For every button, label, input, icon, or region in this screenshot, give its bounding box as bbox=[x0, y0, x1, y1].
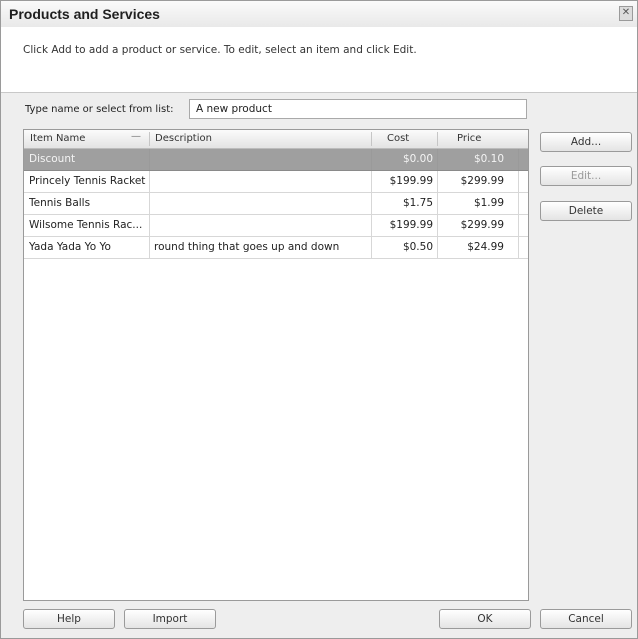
price-cell: $24.99 bbox=[467, 241, 504, 253]
cost-cell: $1.75 bbox=[402, 197, 433, 209]
delete-button[interactable]: Delete bbox=[540, 201, 632, 221]
price-cell: $299.99 bbox=[460, 175, 504, 187]
item-name-cell: Yada Yada Yo Yo bbox=[29, 241, 111, 253]
item-name-cell: Princely Tennis Racket bbox=[29, 175, 146, 187]
item-name-cell: Tennis Balls bbox=[29, 197, 91, 209]
description-cell bbox=[154, 193, 368, 214]
cell-divider bbox=[371, 171, 372, 192]
close-icon[interactable]: ✕ bbox=[619, 6, 633, 21]
item-name-cell: Wilsome Tennis Rac... bbox=[29, 219, 143, 231]
column-header-description[interactable]: Description bbox=[155, 130, 212, 148]
import-button[interactable]: Import bbox=[124, 609, 216, 629]
column-header-item-name[interactable]: Item Name bbox=[30, 130, 85, 148]
cell-divider bbox=[149, 171, 150, 192]
ok-button[interactable]: OK bbox=[439, 609, 531, 629]
column-divider[interactable] bbox=[371, 132, 372, 146]
sort-indicator: — bbox=[131, 131, 141, 142]
cell-divider bbox=[437, 193, 438, 214]
description-cell bbox=[154, 215, 368, 236]
cost-cell: $0.00 bbox=[402, 153, 433, 165]
cell-divider bbox=[518, 149, 519, 170]
cell-divider bbox=[149, 237, 150, 258]
filter-input[interactable]: A new product bbox=[189, 99, 527, 119]
cell-divider bbox=[518, 237, 519, 258]
column-header-cost[interactable]: Cost bbox=[387, 130, 409, 148]
instructions-text: Click Add to add a product or service. T… bbox=[23, 44, 417, 56]
cell-divider bbox=[371, 193, 372, 214]
help-button[interactable]: Help bbox=[23, 609, 115, 629]
edit-button[interactable]: Edit... bbox=[540, 166, 632, 186]
title-bar: Products and Services ✕ bbox=[1, 1, 637, 28]
price-cell: $0.10 bbox=[473, 153, 504, 165]
products-list[interactable]: Item Name — Description Cost Price Disco… bbox=[23, 129, 529, 601]
table-row[interactable]: Tennis Balls $1.75 $1.99 bbox=[24, 193, 528, 215]
description-cell: round thing that goes up and down bbox=[154, 241, 340, 253]
item-name-cell: Discount bbox=[29, 153, 76, 165]
cell-divider bbox=[437, 237, 438, 258]
products-and-services-window: Products and Services ✕ Click Add to add… bbox=[0, 0, 638, 639]
table-row[interactable]: Discount $0.00 $0.10 bbox=[24, 149, 528, 171]
cell-divider bbox=[437, 215, 438, 236]
table-row[interactable]: Yada Yada Yo Yo round thing that goes up… bbox=[24, 237, 528, 259]
add-button[interactable]: Add... bbox=[540, 132, 632, 152]
instructions-panel: Click Add to add a product or service. T… bbox=[1, 27, 637, 93]
cost-cell: $199.99 bbox=[389, 219, 433, 231]
cancel-button[interactable]: Cancel bbox=[540, 609, 632, 629]
cell-divider bbox=[371, 149, 372, 170]
price-cell: $1.99 bbox=[473, 197, 504, 209]
cell-divider bbox=[437, 149, 438, 170]
window-title: Products and Services bbox=[9, 6, 160, 22]
cell-divider bbox=[371, 237, 372, 258]
list-header: Item Name — Description Cost Price bbox=[24, 130, 528, 149]
cell-divider bbox=[518, 171, 519, 192]
price-cell: $299.99 bbox=[460, 219, 504, 231]
cell-divider bbox=[518, 193, 519, 214]
column-header-price[interactable]: Price bbox=[457, 130, 481, 148]
cell-divider bbox=[371, 215, 372, 236]
description-cell bbox=[154, 149, 368, 170]
cell-divider bbox=[437, 171, 438, 192]
table-row[interactable]: Princely Tennis Racket $199.99 $299.99 bbox=[24, 171, 528, 193]
cell-divider bbox=[149, 193, 150, 214]
cost-cell: $0.50 bbox=[402, 241, 433, 253]
description-cell bbox=[154, 171, 368, 192]
cost-cell: $199.99 bbox=[389, 175, 433, 187]
cell-divider bbox=[149, 149, 150, 170]
cell-divider bbox=[518, 215, 519, 236]
cell-divider bbox=[149, 215, 150, 236]
column-divider[interactable] bbox=[149, 132, 150, 146]
column-divider[interactable] bbox=[437, 132, 438, 146]
table-row[interactable]: Wilsome Tennis Rac... $199.99 $299.99 bbox=[24, 215, 528, 237]
filter-label: Type name or select from list: bbox=[25, 104, 174, 115]
